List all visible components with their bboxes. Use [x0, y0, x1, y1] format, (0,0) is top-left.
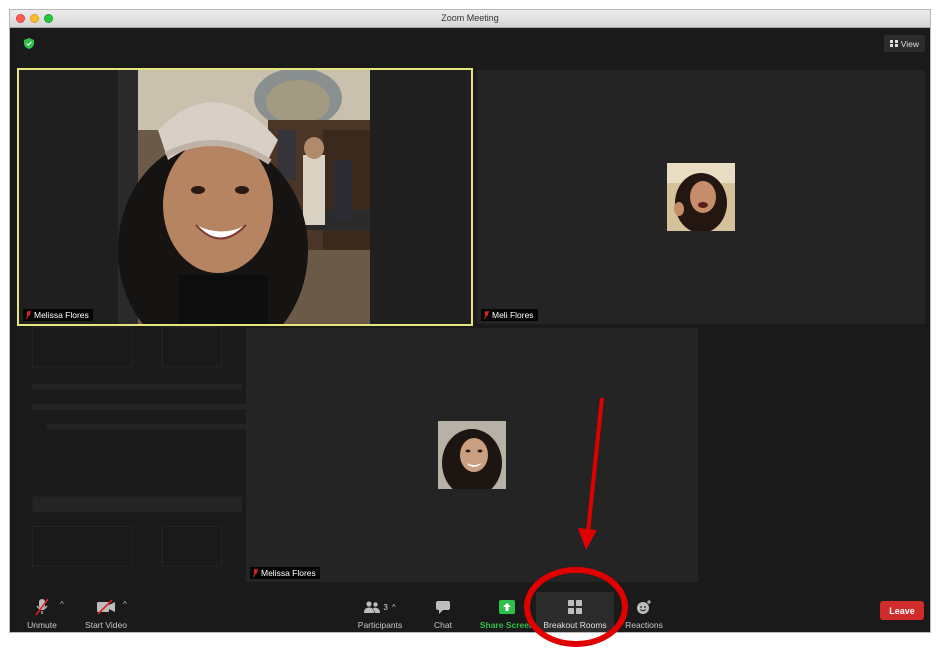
- leave-button[interactable]: Leave: [880, 601, 924, 620]
- participant-video: [118, 70, 370, 324]
- participants-label: Participants: [357, 620, 403, 630]
- mic-muted-icon: [26, 311, 31, 319]
- participants-button[interactable]: 3 ^ Participants: [354, 592, 406, 632]
- participant-avatar: [667, 163, 735, 231]
- zoom-window: Zoom Meeting View Melissa Flores Meli Fl…: [9, 9, 931, 633]
- unmute-label: Unmute: [27, 620, 57, 630]
- share-screen-button[interactable]: Share Screen: [476, 592, 538, 632]
- audio-options-caret[interactable]: ^: [60, 600, 64, 609]
- reactions-label: Reactions: [625, 620, 663, 630]
- mic-muted-icon: [484, 311, 489, 319]
- video-off-icon: [97, 600, 115, 614]
- mic-muted-icon: [35, 598, 49, 616]
- participant-name-tag: Melissa Flores: [250, 567, 320, 579]
- participants-icon: [364, 601, 381, 613]
- chat-label: Chat: [434, 620, 452, 630]
- mic-muted-icon: [253, 569, 258, 577]
- meeting-toolbar: Unmute ^ Start Video ^ 3 ^ Participants …: [10, 592, 930, 632]
- participants-count: 3: [383, 602, 388, 612]
- participant-name-tag: Meli Flores: [481, 309, 538, 321]
- video-tile-2[interactable]: Meli Flores: [477, 70, 925, 324]
- participant-name-tag: Melissa Flores: [23, 309, 93, 321]
- participant-avatar: [438, 421, 506, 489]
- chat-icon: [436, 600, 450, 614]
- video-options-caret[interactable]: ^: [123, 600, 127, 609]
- breakout-rooms-button[interactable]: Breakout Rooms: [540, 592, 610, 632]
- breakout-rooms-icon: [568, 600, 582, 614]
- chat-button[interactable]: Chat: [428, 592, 458, 632]
- participants-caret[interactable]: ^: [392, 603, 396, 612]
- unmute-button[interactable]: Unmute: [22, 592, 62, 632]
- video-tile-1[interactable]: Melissa Flores: [17, 68, 473, 326]
- breakout-rooms-label: Breakout Rooms: [543, 620, 607, 630]
- reactions-button[interactable]: Reactions: [622, 592, 666, 632]
- share-screen-label: Share Screen: [479, 620, 535, 630]
- start-video-button[interactable]: Start Video: [82, 592, 130, 632]
- start-video-label: Start Video: [85, 620, 127, 630]
- reactions-icon: [637, 599, 651, 614]
- video-tile-3[interactable]: Melissa Flores: [246, 328, 698, 582]
- share-screen-icon: [499, 600, 515, 614]
- participant-name: Meli Flores: [492, 310, 534, 320]
- participant-name: Melissa Flores: [34, 310, 89, 320]
- participant-name: Melissa Flores: [261, 568, 316, 578]
